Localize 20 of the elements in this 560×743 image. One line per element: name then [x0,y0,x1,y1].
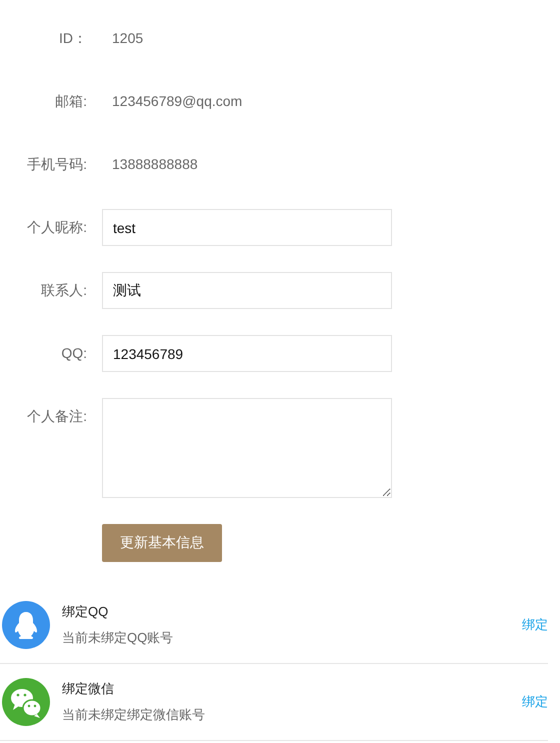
field-label: ID： [58,29,87,48]
remarks-field[interactable] [102,398,392,498]
field-label: 个人昵称: [26,218,87,237]
field-label: 邮箱: [54,92,87,111]
binding-status: 当前未绑定绑定微信账号 [62,706,206,724]
field-label: QQ: [60,344,87,363]
input-field[interactable]: 123456789 [102,335,392,372]
penguin-icon [2,601,50,649]
field-label: 联系人: [40,281,87,300]
field-value: 1205 [112,29,144,48]
input-field[interactable]: 测试 [102,272,392,309]
binding-title: 绑定QQ [62,603,110,621]
field-value: 123456789@qq.com [112,92,242,111]
input-field[interactable]: test [102,209,392,246]
field-label: 手机号码: [26,155,87,174]
binding-status: 当前未绑定QQ账号 [62,629,174,647]
field-value: 13888888888 [112,155,198,174]
binding-title: 绑定微信 [62,680,115,698]
chat-bubbles-icon [2,678,50,726]
field-label: 个人备注: [26,407,87,426]
